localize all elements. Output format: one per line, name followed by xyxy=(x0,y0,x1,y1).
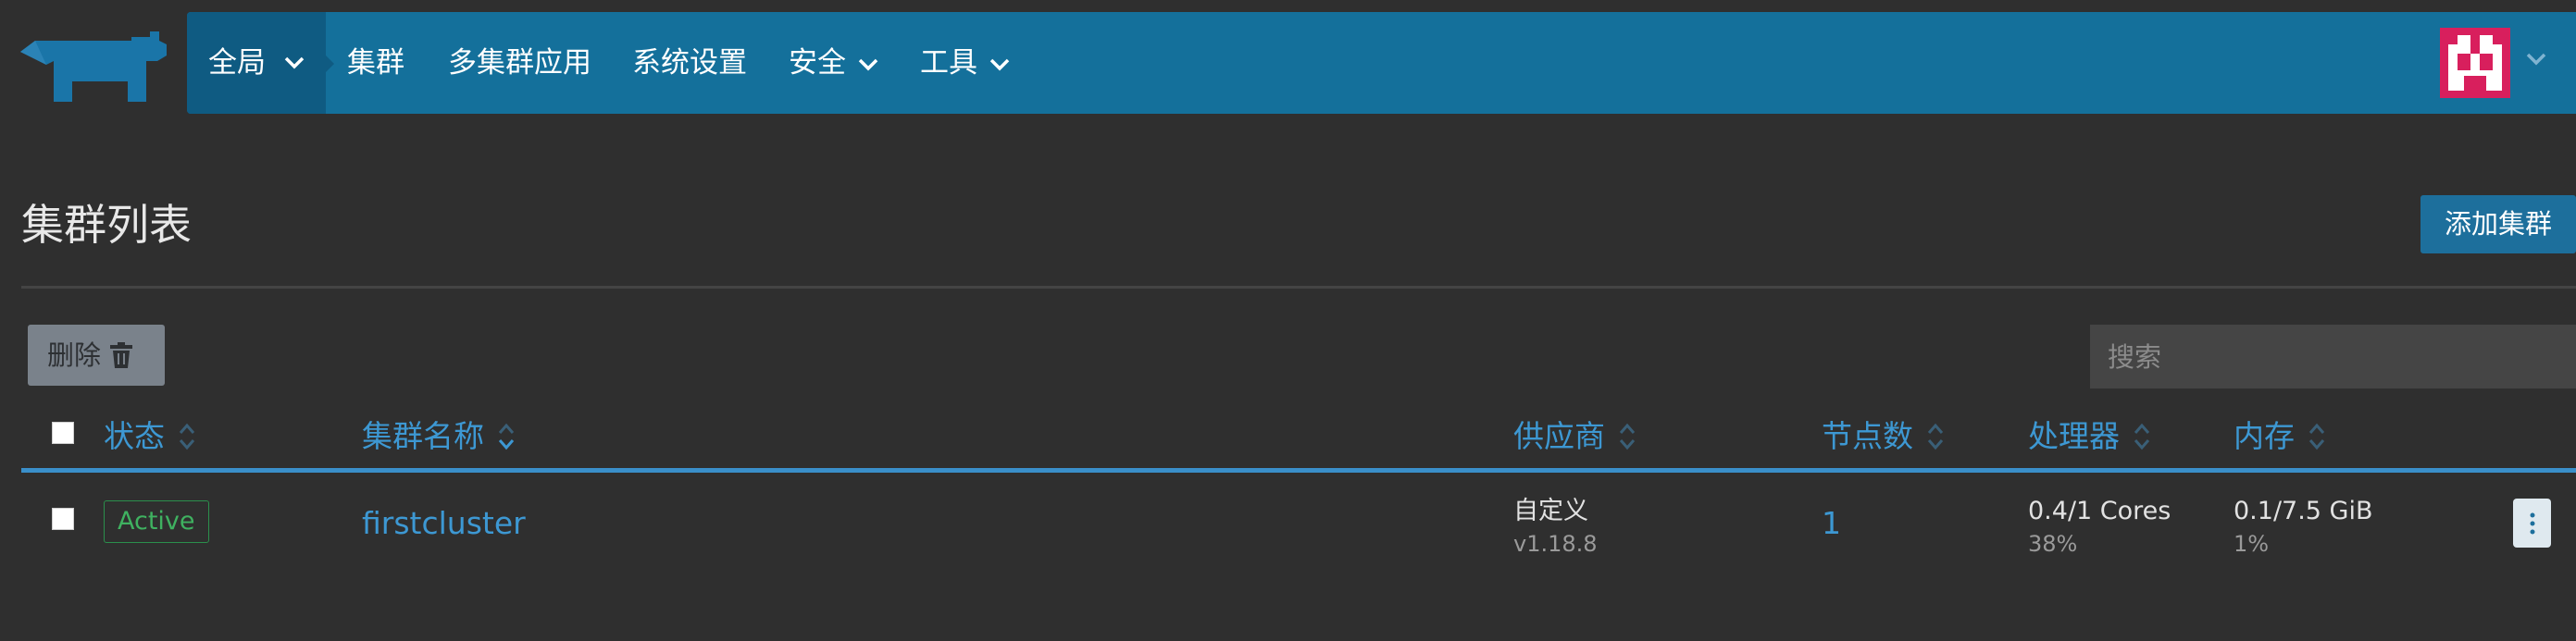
chevron-down-icon[interactable] xyxy=(2525,52,2547,67)
cpu-percent: 38% xyxy=(2028,531,2078,557)
chevron-down-icon xyxy=(989,58,1010,70)
add-cluster-button[interactable]: 添加集群 xyxy=(2420,195,2576,253)
trash-icon xyxy=(110,342,133,368)
row-actions-button[interactable] xyxy=(2513,499,2551,548)
column-header-nodes[interactable]: 节点数 xyxy=(1822,413,1945,460)
status-badge: Active xyxy=(104,500,209,543)
user-avatar[interactable] xyxy=(2440,28,2510,98)
cluster-name-link[interactable]: firstcluster xyxy=(362,500,526,547)
sort-icon xyxy=(1927,423,1944,450)
column-header-provider[interactable]: 供应商 xyxy=(1513,413,1636,460)
caret-right-icon xyxy=(326,55,334,72)
global-scope-selector[interactable]: 全局 xyxy=(187,12,334,114)
table-header-divider xyxy=(21,468,2576,473)
memory-percent: 1% xyxy=(2234,531,2270,557)
delete-button[interactable]: 删除 xyxy=(28,325,165,386)
column-header-memory-label: 内存 xyxy=(2234,418,2295,454)
cpu-usage: 0.4/1 Cores xyxy=(2028,497,2172,525)
sort-icon xyxy=(2308,423,2325,450)
row-checkbox[interactable] xyxy=(52,508,74,530)
column-header-name[interactable]: 集群名称 xyxy=(362,413,516,460)
nav-item-security-label: 安全 xyxy=(789,46,846,80)
kebab-menu-icon xyxy=(2530,512,2534,534)
nav-item-security[interactable]: 安全 xyxy=(789,12,879,114)
table-row: Active firstcluster 自定义 v1.18.8 1 0.4/1 … xyxy=(0,474,2576,585)
select-all-checkbox[interactable] xyxy=(52,422,74,444)
delete-button-label: 删除 xyxy=(47,339,102,371)
sort-icon xyxy=(1619,423,1636,450)
chevron-down-icon xyxy=(284,56,305,69)
nav-item-clusters[interactable]: 集群 xyxy=(347,12,404,114)
sort-icon xyxy=(2134,423,2150,450)
page-title: 集群列表 xyxy=(21,200,192,250)
nav-item-tools[interactable]: 工具 xyxy=(920,12,1011,114)
top-nav: 全局 集群 多集群应用 系统设置 安全 工具 xyxy=(187,12,2576,114)
provider-name: 自定义 xyxy=(1513,497,1588,525)
chevron-down-icon xyxy=(858,58,878,70)
memory-usage: 0.1/7.5 GiB xyxy=(2234,497,2373,525)
column-header-cpu[interactable]: 处理器 xyxy=(2028,413,2151,460)
column-header-state-label: 状态 xyxy=(104,418,165,454)
nav-item-multi-cluster-apps[interactable]: 多集群应用 xyxy=(448,12,591,114)
rancher-logo[interactable] xyxy=(20,28,167,102)
search-input[interactable] xyxy=(2090,325,2576,388)
column-header-nodes-label: 节点数 xyxy=(1822,418,1913,454)
nav-item-settings[interactable]: 系统设置 xyxy=(632,12,747,114)
sort-icon xyxy=(179,423,195,450)
global-label: 全局 xyxy=(208,46,266,80)
column-header-cpu-label: 处理器 xyxy=(2028,418,2120,454)
column-header-name-label: 集群名称 xyxy=(362,418,484,454)
column-header-provider-label: 供应商 xyxy=(1513,418,1605,454)
provider-version: v1.18.8 xyxy=(1513,531,1598,557)
divider xyxy=(21,286,2576,289)
column-header-state[interactable]: 状态 xyxy=(104,413,196,460)
nav-item-tools-label: 工具 xyxy=(920,46,977,80)
sort-icon xyxy=(498,423,515,450)
column-header-memory[interactable]: 内存 xyxy=(2234,413,2326,460)
node-count-link[interactable]: 1 xyxy=(1822,500,1841,547)
